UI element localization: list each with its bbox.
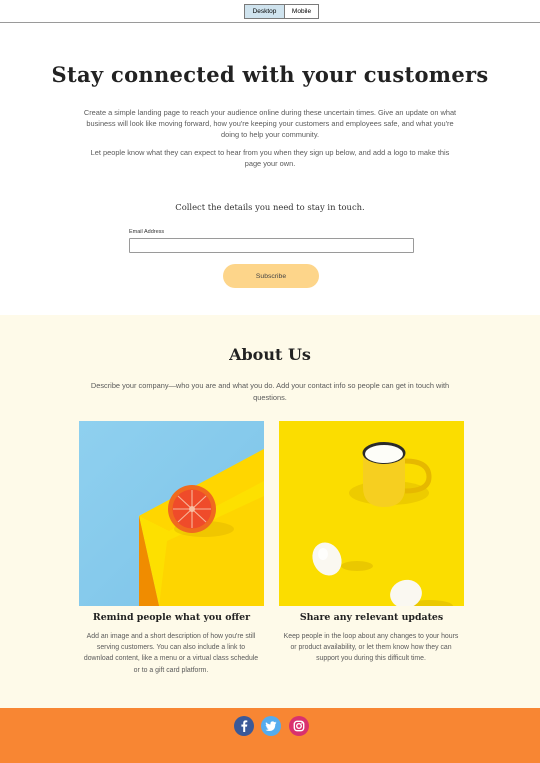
footer [0,708,540,763]
view-toggle-bar: Desktop Mobile [0,0,540,23]
view-toggle-group: Desktop Mobile [244,4,319,19]
instagram-icon[interactable] [289,716,309,736]
card-text-updates: Keep people in the loop about any change… [283,633,459,663]
hero-title: Stay connected with your customers [51,62,489,87]
about-section: About Us Describe your company—who you a… [0,315,540,708]
desktop-view-button[interactable]: Desktop [245,5,285,18]
email-field[interactable] [129,238,414,253]
hero-signup-text: Let people know what they can expect to … [90,148,450,169]
card-title-updates: Share any relevant updates [299,612,444,623]
facebook-icon[interactable] [234,716,254,736]
card-title-offer: Remind people what you offer [92,612,251,623]
form-heading: Collect the details you need to stay in … [175,202,365,212]
grapefruit-photo [79,421,264,606]
twitter-icon[interactable] [261,716,281,736]
card-text-offer: Add an image and a short description of … [83,633,259,674]
about-title: About Us [229,345,311,364]
mobile-view-button[interactable]: Mobile [285,5,318,18]
milk-mug-eggs-photo [279,421,464,606]
subscribe-button[interactable]: Subscribe [223,264,319,288]
about-description: Describe your company—who you are and wh… [90,381,450,402]
email-label: Email Address [129,229,165,235]
hero-intro-text: Create a simple landing page to reach yo… [83,108,457,140]
